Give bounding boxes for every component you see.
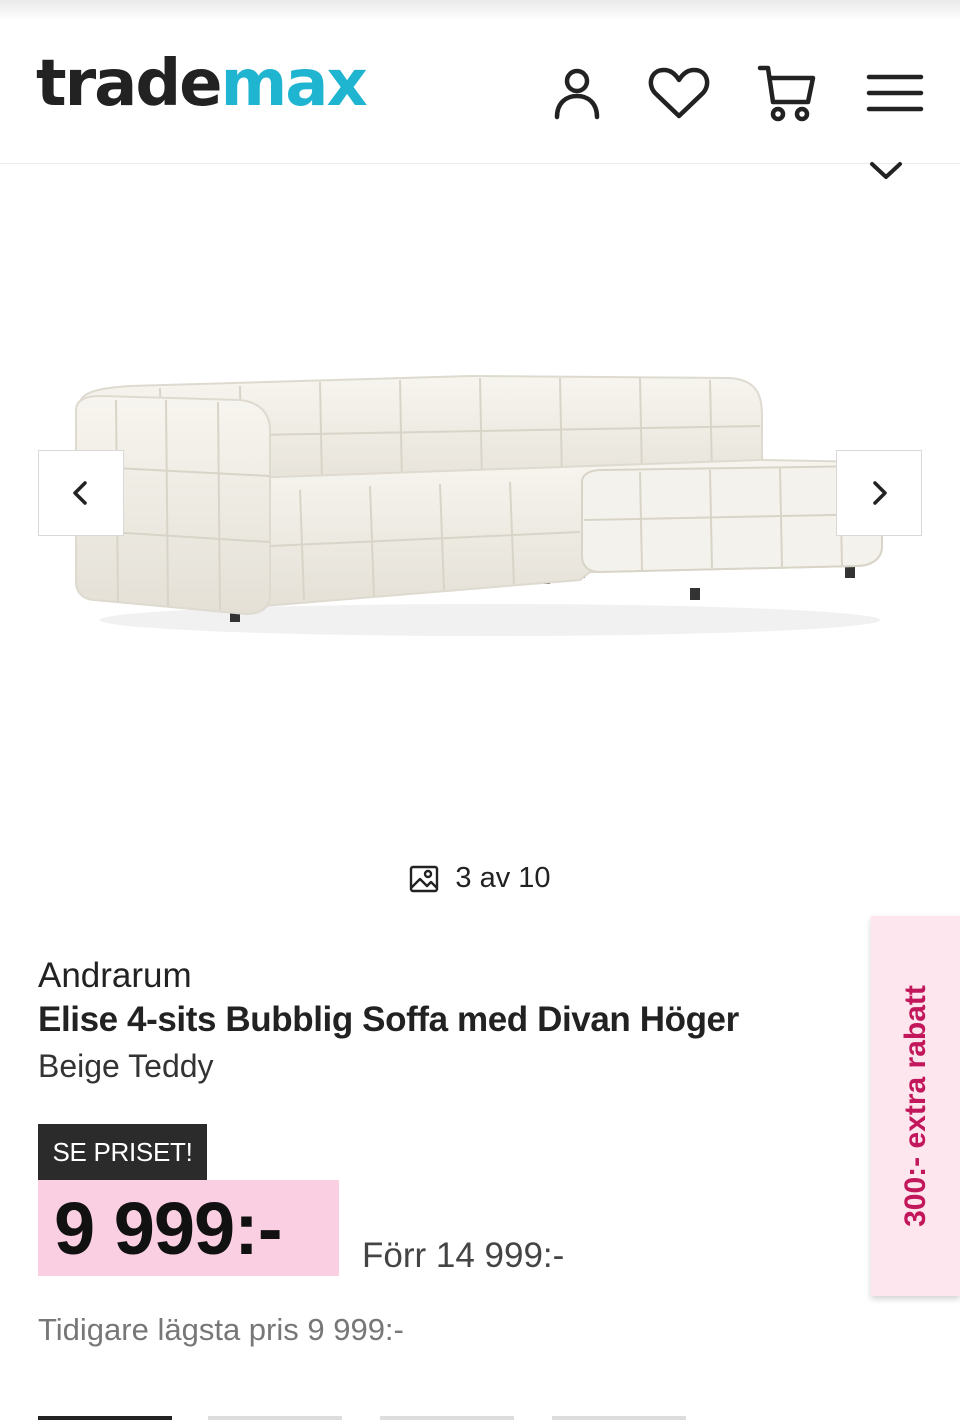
lowest-previous-price: Tidigare lägsta pris 9 999:- xyxy=(38,1312,404,1347)
bottom-tab-indicators xyxy=(0,1416,960,1420)
logo-text-trade: trade xyxy=(36,47,223,121)
heart-icon xyxy=(648,67,710,119)
chevron-right-icon xyxy=(873,481,887,505)
logo-text-max: max xyxy=(220,47,368,121)
product-brand[interactable]: Andrarum xyxy=(38,956,192,996)
account-icon xyxy=(554,68,600,120)
chevron-left-icon xyxy=(73,481,87,505)
price-campaign-badge: SE PRISET! xyxy=(38,1124,207,1180)
extra-discount-tab[interactable]: 300:- extra rabatt xyxy=(871,916,960,1296)
menu-button[interactable] xyxy=(862,60,928,126)
price-highlight: 9 999:- xyxy=(38,1180,339,1276)
cart-button[interactable] xyxy=(754,60,820,126)
tab-indicator xyxy=(552,1416,686,1420)
trademax-logo[interactable]: trademax xyxy=(36,52,368,116)
product-title: Elise 4-sits Bubblig Soffa med Divan Hög… xyxy=(38,1000,739,1039)
product-image-gallery[interactable] xyxy=(0,166,960,846)
account-button[interactable] xyxy=(544,60,610,126)
tab-indicator xyxy=(208,1416,342,1420)
cart-icon xyxy=(757,65,816,122)
image-icon xyxy=(410,865,439,892)
image-counter-text: 3 av 10 xyxy=(455,862,551,894)
hamburger-menu-icon xyxy=(866,74,924,112)
tab-indicator-active xyxy=(38,1416,172,1420)
gallery-next-button[interactable] xyxy=(836,450,922,536)
product-variant: Beige Teddy xyxy=(38,1048,214,1084)
previous-price: Förr 14 999:- xyxy=(362,1236,565,1275)
site-header: trademax xyxy=(0,0,960,164)
wishlist-button[interactable] xyxy=(646,60,712,126)
product-image-sofa xyxy=(75,374,884,636)
gallery-previous-button[interactable] xyxy=(38,450,124,536)
extra-discount-label: 300:- extra rabatt xyxy=(898,985,932,1227)
current-price: 9 999:- xyxy=(54,1186,282,1270)
tab-indicator xyxy=(380,1416,514,1420)
image-counter: 3 av 10 xyxy=(0,862,960,895)
